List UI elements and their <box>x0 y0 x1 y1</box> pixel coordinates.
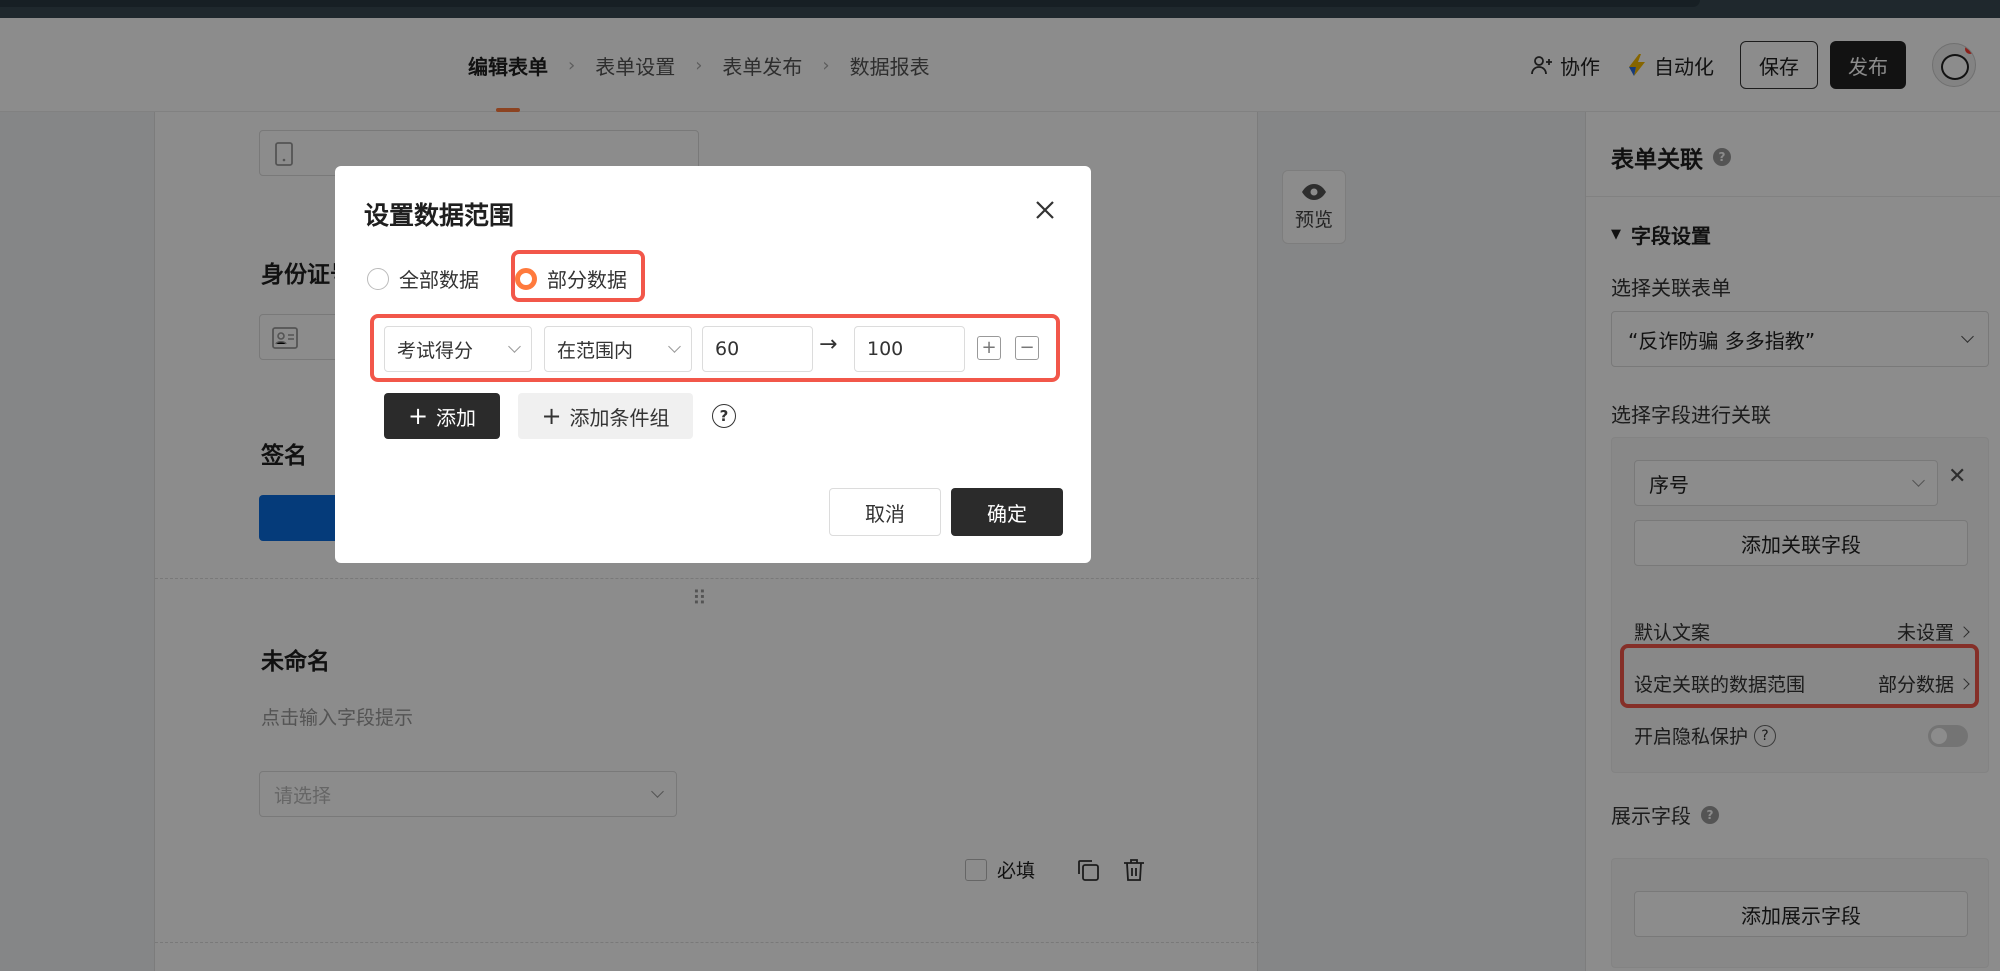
confirm-button[interactable]: 确定 <box>951 488 1063 536</box>
radio-button[interactable] <box>367 267 389 290</box>
radio-all-label: 全部数据 <box>399 268 479 292</box>
close-icon[interactable] <box>1031 196 1059 224</box>
data-range-modal: 设置数据范围 全部数据 部分数据 考试得分 在范围内 60 → 100 + − … <box>335 166 1091 563</box>
plus-icon: + <box>541 402 562 430</box>
help-icon[interactable]: ? <box>712 404 736 428</box>
add-label: 添加 <box>436 405 477 430</box>
add-condition-button[interactable]: + 添加 <box>384 393 500 439</box>
add-group-label: 添加条件组 <box>569 405 670 430</box>
modal-title: 设置数据范围 <box>364 201 515 230</box>
add-condition-group-button[interactable]: + 添加条件组 <box>518 393 693 439</box>
cancel-button[interactable]: 取消 <box>829 488 941 536</box>
plus-icon: + <box>407 402 429 430</box>
radio-all-data[interactable]: 全部数据 <box>367 264 479 293</box>
condition-row-highlight <box>370 314 1060 382</box>
partial-radio-highlight <box>511 250 645 302</box>
